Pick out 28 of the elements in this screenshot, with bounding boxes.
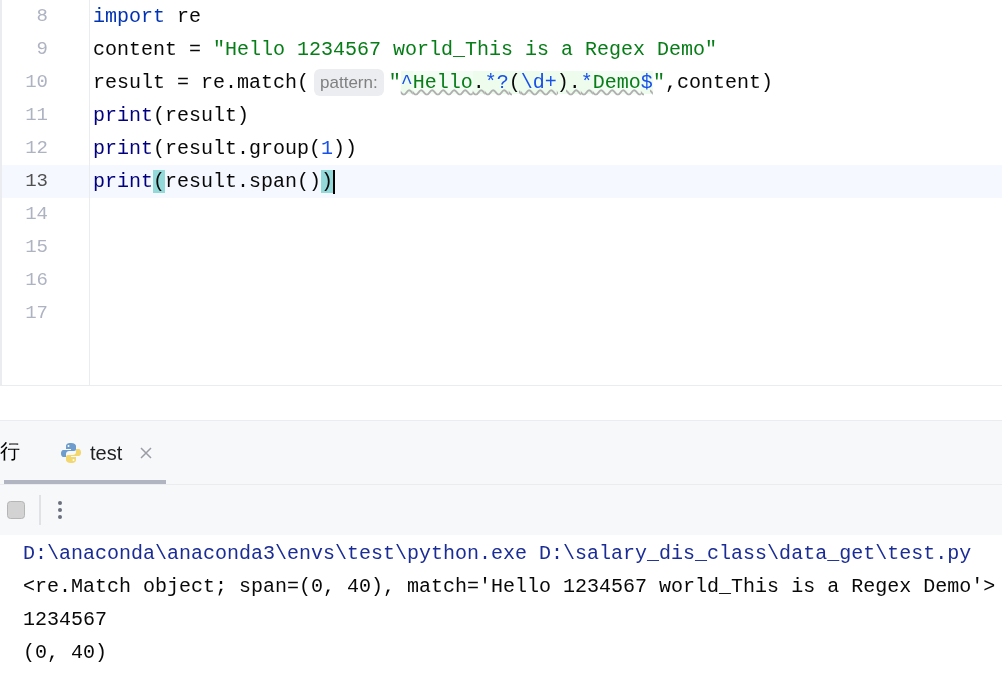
- line-number: 17: [25, 301, 48, 327]
- stop-icon[interactable]: [7, 501, 25, 519]
- console-line: 1234567: [23, 606, 108, 633]
- code-text: import re: [93, 3, 202, 30]
- console-line: <re.Match object; span=(0, 40), match='Hello 1234567 world_This is a Regex Demo'>: [23, 573, 997, 600]
- line-number: 15: [25, 235, 48, 261]
- console-line: D:\anaconda\anaconda3\envs\test\python.exe D:\salary_dis_class\data_get\test.py: [23, 540, 973, 567]
- more-options-icon[interactable]: [57, 500, 63, 520]
- line-number: 11: [25, 103, 48, 129]
- code-text: "^Hello.*?(\d+).*Demo$",content): [388, 69, 773, 96]
- panel-title: 行: [0, 440, 20, 464]
- line-number: 9: [36, 37, 48, 63]
- python-icon: [60, 441, 82, 464]
- parameter-hint: pattern:: [314, 68, 384, 97]
- line-number: 14: [25, 202, 48, 228]
- code-text: print(result.span()): [93, 168, 334, 195]
- line-number: 10: [25, 70, 48, 96]
- line-number: 16: [25, 268, 48, 294]
- close-icon[interactable]: [140, 446, 153, 459]
- line-number: 12: [25, 136, 48, 162]
- line-number: 8: [36, 4, 48, 30]
- code-text: print(result.group(1)): [93, 135, 358, 162]
- code-text: result = re.match(: [93, 69, 310, 96]
- text-cursor: [333, 169, 336, 194]
- code-text: print(result): [93, 102, 250, 129]
- code-text: content = "Hello 1234567 world_This is a Regex Demo": [93, 36, 718, 63]
- console-line: (0, 40): [23, 639, 108, 666]
- line-number: 13: [25, 169, 48, 195]
